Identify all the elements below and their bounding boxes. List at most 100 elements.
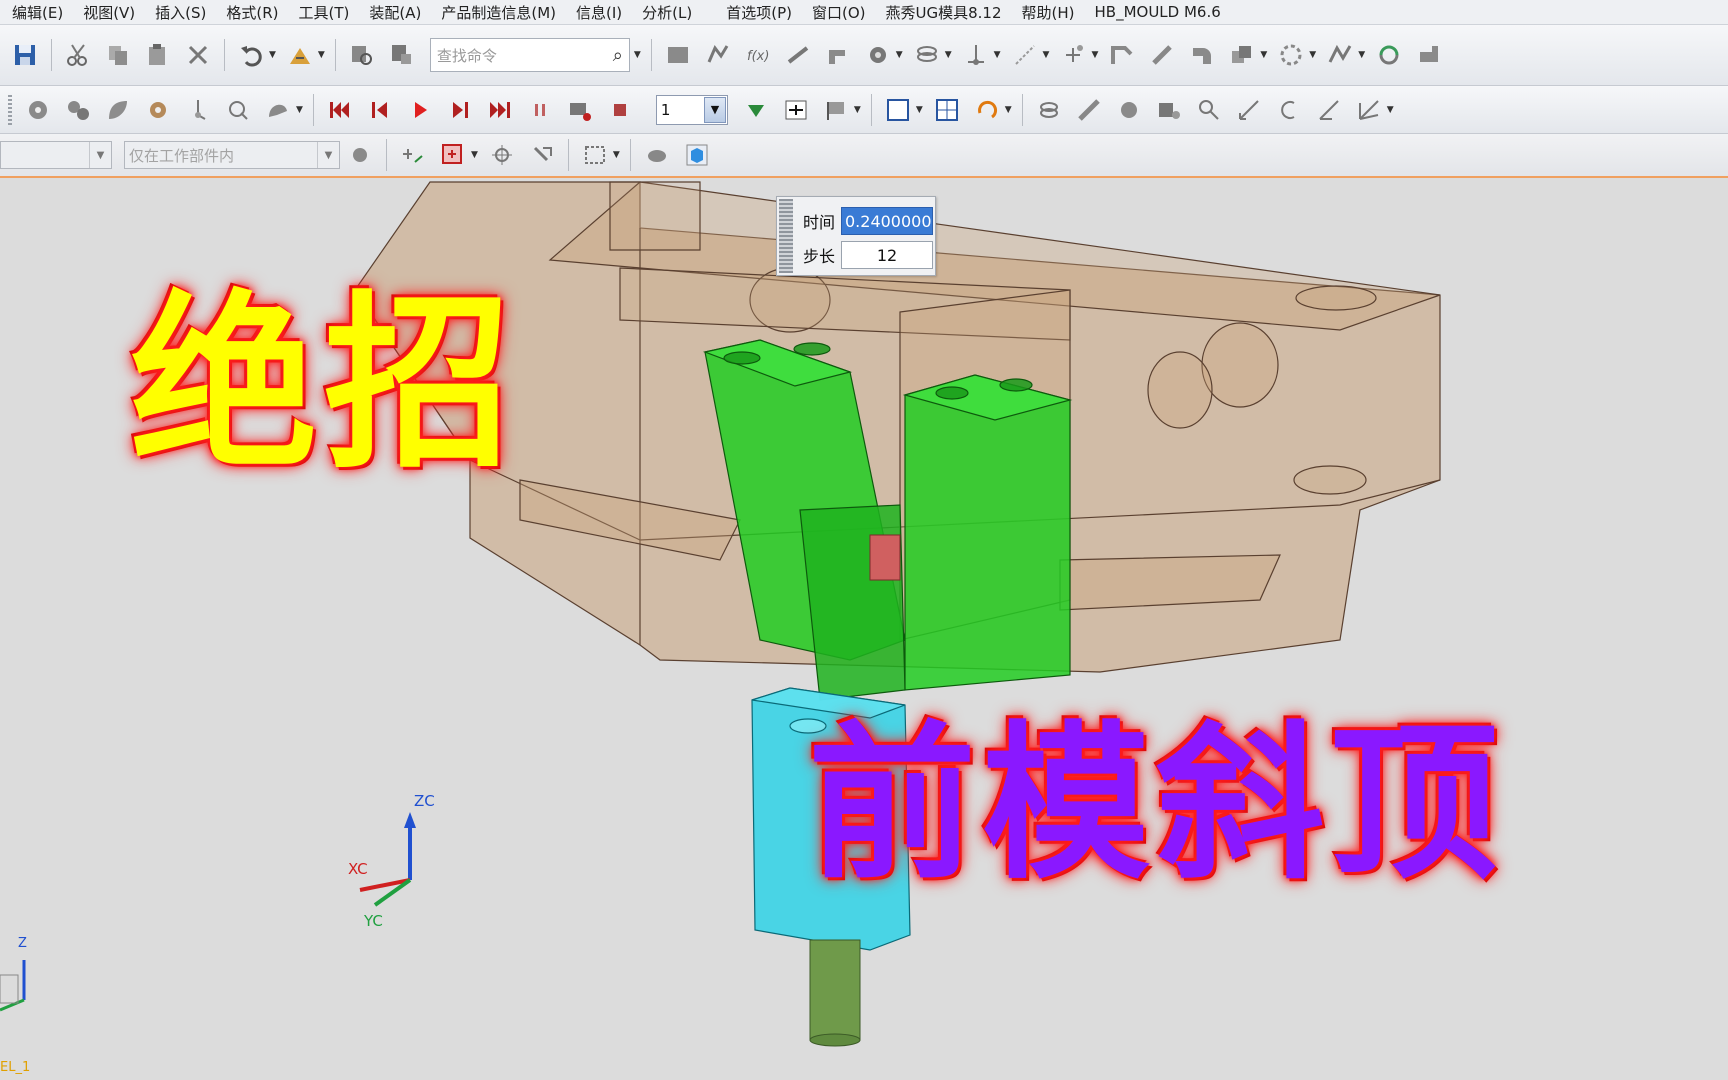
- flag-dropdown-icon[interactable]: ▼: [854, 105, 861, 115]
- step-input[interactable]: 12: [841, 241, 933, 269]
- rect-select-dropdown-icon[interactable]: ▼: [613, 150, 620, 160]
- extrude-icon[interactable]: [823, 40, 853, 70]
- panel-grip[interactable]: [779, 199, 793, 273]
- red-selection-icon[interactable]: [438, 140, 468, 170]
- interference-icon[interactable]: [781, 95, 811, 125]
- trace-icon[interactable]: [1274, 95, 1304, 125]
- selection-dropdown-icon[interactable]: ▼: [471, 150, 478, 160]
- save-icon[interactable]: [10, 40, 40, 70]
- csys-dropdown-icon[interactable]: ▼: [1387, 105, 1394, 115]
- menu-insert[interactable]: 插入(S): [155, 2, 206, 23]
- search-icon[interactable]: ⌕: [613, 45, 623, 66]
- assembly-filter-icon[interactable]: [345, 140, 375, 170]
- trim-icon[interactable]: [1325, 40, 1355, 70]
- scope-combo[interactable]: 仅在工作部件内 ▼: [124, 141, 340, 169]
- fast-forward-to-end-icon[interactable]: [485, 95, 515, 125]
- joint-icon[interactable]: [183, 95, 213, 125]
- bushing-icon[interactable]: [1114, 95, 1144, 125]
- menu-edit[interactable]: 编辑(E): [12, 2, 63, 23]
- measure-icon[interactable]: [1234, 95, 1264, 125]
- menu-assembly[interactable]: 装配(A): [369, 2, 421, 23]
- find-icon[interactable]: [347, 40, 377, 70]
- type-filter-dropdown-icon[interactable]: ▼: [89, 142, 111, 168]
- stop-icon[interactable]: [605, 95, 635, 125]
- point-dropdown-icon[interactable]: ▼: [1043, 50, 1050, 60]
- white-box-icon[interactable]: [883, 95, 913, 125]
- feature-icon[interactable]: [703, 40, 733, 70]
- menu-yanxiu-mold[interactable]: 燕秀UG模具8.12: [886, 2, 1002, 23]
- frame-dropdown-icon[interactable]: ▼: [703, 96, 726, 123]
- motion-gears-icon[interactable]: [63, 95, 93, 125]
- contact-icon[interactable]: [1154, 95, 1184, 125]
- menu-pmi[interactable]: 产品制造信息(M): [441, 2, 556, 23]
- line-icon[interactable]: [783, 40, 813, 70]
- menu-help[interactable]: 帮助(H): [1022, 2, 1075, 23]
- motion-gear-icon[interactable]: [23, 95, 53, 125]
- pattern-dropdown-icon[interactable]: ▼: [1309, 50, 1316, 60]
- undo-icon[interactable]: [236, 40, 266, 70]
- repeat-dropdown-icon[interactable]: ▼: [318, 50, 325, 60]
- menu-view[interactable]: 视图(V): [83, 2, 135, 23]
- green-down-arrow-icon[interactable]: [741, 95, 771, 125]
- time-input[interactable]: 0.2400000: [841, 207, 933, 235]
- menu-preferences[interactable]: 首选项(P): [726, 2, 792, 23]
- step-forward-icon[interactable]: [445, 95, 475, 125]
- menu-tools[interactable]: 工具(T): [299, 2, 350, 23]
- scope-dropdown-icon[interactable]: ▼: [317, 142, 339, 168]
- frame-select[interactable]: 1 ▼: [655, 94, 728, 125]
- information-icon[interactable]: [387, 40, 417, 70]
- record-icon[interactable]: [565, 95, 595, 125]
- checklist-icon[interactable]: [932, 95, 962, 125]
- vector-icon[interactable]: [1314, 95, 1344, 125]
- boolean-dropdown-icon[interactable]: ▼: [1260, 50, 1267, 60]
- gear-icon[interactable]: [863, 40, 893, 70]
- menu-analysis[interactable]: 分析(L): [642, 2, 692, 23]
- step-back-icon[interactable]: [365, 95, 395, 125]
- add-point-dropdown-icon[interactable]: ▼: [1091, 50, 1098, 60]
- rewind-to-start-icon[interactable]: [325, 95, 355, 125]
- orange-gear-icon[interactable]: [143, 95, 173, 125]
- damper-icon[interactable]: [1074, 95, 1104, 125]
- pen-icon[interactable]: [1147, 40, 1177, 70]
- add-point-icon[interactable]: [1058, 40, 1088, 70]
- menu-format[interactable]: 格式(R): [226, 2, 278, 23]
- box-dropdown-icon[interactable]: ▼: [916, 105, 923, 115]
- cam-dropdown-icon[interactable]: ▼: [296, 105, 303, 115]
- sweep-icon[interactable]: [1107, 40, 1137, 70]
- command-search-input[interactable]: 查找命令 ⌕: [429, 38, 630, 72]
- view-shading-icon[interactable]: [642, 140, 672, 170]
- datum-icon[interactable]: [961, 40, 991, 70]
- menu-window[interactable]: 窗口(O): [812, 2, 866, 23]
- coil-icon[interactable]: [1034, 95, 1064, 125]
- expression-icon[interactable]: f(x): [743, 40, 773, 70]
- blue-cube-icon[interactable]: [682, 140, 712, 170]
- orange-rotate-icon[interactable]: [972, 95, 1002, 125]
- copy-icon[interactable]: [103, 40, 133, 70]
- connector-icon[interactable]: [223, 95, 253, 125]
- finish-flag-icon[interactable]: [821, 95, 851, 125]
- cut-icon[interactable]: [63, 40, 93, 70]
- rectangle-select-icon[interactable]: [580, 140, 610, 170]
- pattern-icon[interactable]: [1276, 40, 1306, 70]
- delete-icon[interactable]: [183, 40, 213, 70]
- pick-icon[interactable]: [527, 140, 557, 170]
- type-filter-combo[interactable]: ▼: [0, 141, 112, 169]
- layer-icon[interactable]: [1414, 40, 1444, 70]
- csys-icon[interactable]: [1354, 95, 1384, 125]
- part-icon[interactable]: [663, 40, 693, 70]
- menu-hb-mould[interactable]: HB_MOULD M6.6: [1095, 3, 1221, 21]
- pause-icon[interactable]: [525, 95, 555, 125]
- menu-information[interactable]: 信息(I): [576, 2, 622, 23]
- paste-icon[interactable]: [143, 40, 173, 70]
- snap-icon[interactable]: [398, 140, 428, 170]
- gear-dropdown-icon[interactable]: ▼: [896, 50, 903, 60]
- trim-dropdown-icon[interactable]: ▼: [1358, 50, 1365, 60]
- undo-dropdown-icon[interactable]: ▼: [269, 50, 276, 60]
- boolean-icon[interactable]: [1227, 40, 1257, 70]
- leaf-icon[interactable]: [103, 95, 133, 125]
- cam-icon[interactable]: [263, 95, 293, 125]
- point-icon[interactable]: [1010, 40, 1040, 70]
- search-dropdown-icon[interactable]: ▼: [634, 50, 641, 60]
- play-icon[interactable]: [405, 95, 435, 125]
- repeat-command-icon[interactable]: [285, 40, 315, 70]
